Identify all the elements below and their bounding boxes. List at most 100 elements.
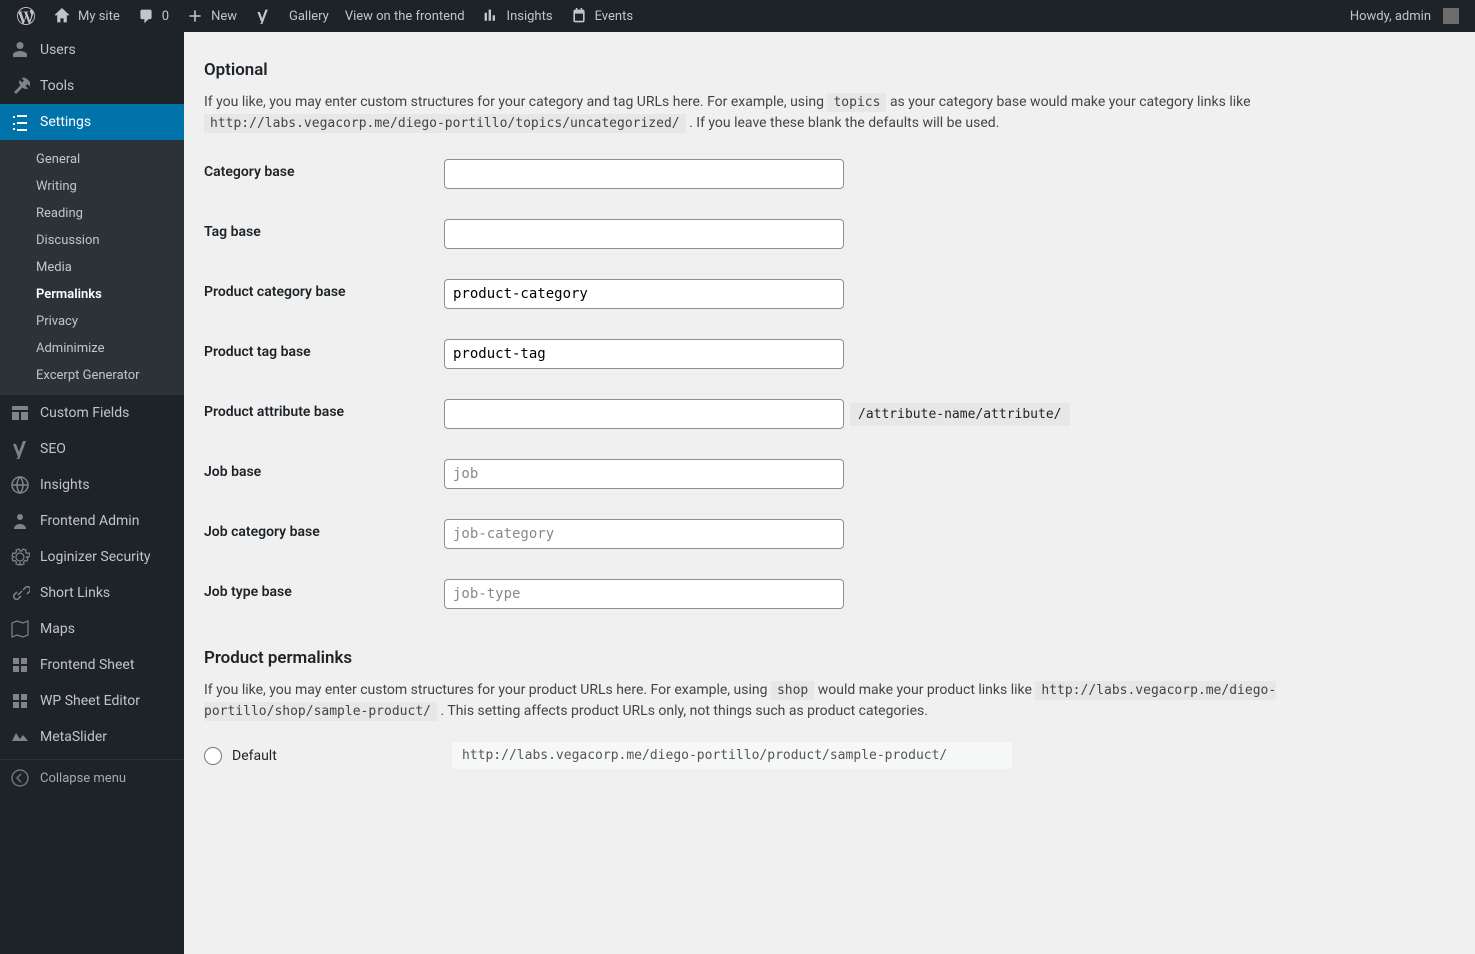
- menu-sheet-editor[interactable]: WP Sheet Editor: [0, 683, 184, 719]
- new-label: New: [211, 9, 237, 24]
- product-category-base-input[interactable]: [444, 279, 844, 309]
- tag-base-label: Tag base: [204, 204, 444, 264]
- comment-icon: [136, 6, 156, 26]
- plus-icon: [185, 6, 205, 26]
- gear-icon: [10, 547, 30, 567]
- menu-users-label: Users: [40, 42, 76, 58]
- permalink-form-table: Category base Tag base Product category …: [204, 144, 1080, 624]
- code-shop: shop: [771, 681, 814, 700]
- product-tag-base-label: Product tag base: [204, 324, 444, 384]
- avatar: [1443, 8, 1459, 24]
- submenu-permalinks[interactable]: Permalinks: [0, 281, 184, 308]
- job-type-base-label: Job type base: [204, 564, 444, 624]
- chart-icon: [481, 6, 501, 26]
- my-site-label: My site: [78, 9, 120, 24]
- howdy-label: Howdy, admin: [1350, 9, 1431, 24]
- job-category-base-label: Job category base: [204, 504, 444, 564]
- permalink-default-url: http://labs.vegacorp.me/diego-portillo/p…: [452, 742, 1012, 769]
- users-icon: [10, 40, 30, 60]
- permalink-option-default: Default http://labs.vegacorp.me/diego-po…: [204, 742, 1455, 769]
- code-topics: topics: [827, 93, 886, 112]
- product-attribute-hint: /attribute-name/attribute/: [850, 403, 1070, 426]
- settings-submenu: General Writing Reading Discussion Media…: [0, 140, 184, 395]
- menu-short-links-label: Short Links: [40, 585, 110, 601]
- yoast-link[interactable]: [245, 0, 281, 32]
- menu-custom-fields[interactable]: Custom Fields: [0, 395, 184, 431]
- permalink-default-label: Default: [232, 748, 442, 764]
- wordpress-icon: [16, 6, 36, 26]
- menu-users[interactable]: Users: [0, 32, 184, 68]
- layout-icon: [10, 403, 30, 423]
- wp-logo-menu[interactable]: [8, 0, 44, 32]
- menu-tools-label: Tools: [40, 78, 74, 94]
- menu-frontend-sheet[interactable]: Frontend Sheet: [0, 647, 184, 683]
- job-category-base-input[interactable]: [444, 519, 844, 549]
- menu-metaslider[interactable]: MetaSlider: [0, 719, 184, 755]
- submenu-discussion[interactable]: Discussion: [0, 227, 184, 254]
- permalink-default-radio[interactable]: [204, 747, 222, 765]
- insights-label: Insights: [507, 9, 553, 24]
- submenu-media[interactable]: Media: [0, 254, 184, 281]
- map-icon: [10, 619, 30, 639]
- events-link[interactable]: Events: [561, 0, 641, 32]
- person-icon: [10, 511, 30, 531]
- menu-seo[interactable]: SEO: [0, 431, 184, 467]
- collapse-menu[interactable]: Collapse menu: [0, 759, 184, 796]
- menu-loginizer-label: Loginizer Security: [40, 549, 151, 565]
- product-permalinks-heading: Product permalinks: [204, 648, 1455, 668]
- admin-sidebar: Users Tools Settings General Writing Rea…: [0, 32, 184, 954]
- submenu-writing[interactable]: Writing: [0, 173, 184, 200]
- job-base-label: Job base: [204, 444, 444, 504]
- wrench-icon: [10, 76, 30, 96]
- submenu-general[interactable]: General: [0, 146, 184, 173]
- new-link[interactable]: New: [177, 0, 245, 32]
- link-icon: [10, 583, 30, 603]
- my-account[interactable]: Howdy, admin: [1342, 0, 1467, 32]
- category-base-label: Category base: [204, 144, 444, 204]
- collapse-label: Collapse menu: [40, 771, 126, 786]
- menu-sheet-editor-label: WP Sheet Editor: [40, 693, 140, 709]
- insights-link[interactable]: Insights: [473, 0, 561, 32]
- menu-tools[interactable]: Tools: [0, 68, 184, 104]
- menu-frontend-admin-label: Frontend Admin: [40, 513, 139, 529]
- optional-desc: If you like, you may enter custom struct…: [204, 92, 1334, 134]
- product-tag-base-input[interactable]: [444, 339, 844, 369]
- submenu-excerpt[interactable]: Excerpt Generator: [0, 362, 184, 389]
- menu-settings-label: Settings: [40, 114, 91, 130]
- menu-short-links[interactable]: Short Links: [0, 575, 184, 611]
- admin-bar: My site 0 New Gallery View on the fronte…: [0, 0, 1475, 32]
- menu-seo-label: SEO: [40, 441, 66, 457]
- main-content: Optional If you like, you may enter cust…: [184, 32, 1475, 954]
- menu-maps[interactable]: Maps: [0, 611, 184, 647]
- submenu-adminimize[interactable]: Adminimize: [0, 335, 184, 362]
- product-attribute-base-input[interactable]: [444, 399, 844, 429]
- collapse-icon: [10, 768, 30, 788]
- product-category-base-label: Product category base: [204, 264, 444, 324]
- menu-custom-fields-label: Custom Fields: [40, 405, 129, 421]
- menu-frontend-admin[interactable]: Frontend Admin: [0, 503, 184, 539]
- events-label: Events: [595, 9, 633, 24]
- calendar-icon: [569, 6, 589, 26]
- my-site-link[interactable]: My site: [44, 0, 128, 32]
- frontend-link[interactable]: View on the frontend: [337, 0, 473, 32]
- gallery-label: Gallery: [289, 9, 329, 24]
- comments-count: 0: [162, 9, 169, 24]
- gallery-link[interactable]: Gallery: [281, 0, 337, 32]
- tag-base-input[interactable]: [444, 219, 844, 249]
- product-attribute-base-label: Product attribute base: [204, 384, 444, 444]
- yoast-icon: [253, 6, 273, 26]
- category-base-input[interactable]: [444, 159, 844, 189]
- menu-settings[interactable]: Settings: [0, 104, 184, 140]
- frontend-label: View on the frontend: [345, 9, 465, 24]
- job-base-input[interactable]: [444, 459, 844, 489]
- menu-loginizer[interactable]: Loginizer Security: [0, 539, 184, 575]
- globe-icon: [10, 475, 30, 495]
- comments-link[interactable]: 0: [128, 0, 177, 32]
- menu-insights[interactable]: Insights: [0, 467, 184, 503]
- product-permalinks-desc: If you like, you may enter custom struct…: [204, 680, 1334, 722]
- submenu-reading[interactable]: Reading: [0, 200, 184, 227]
- job-type-base-input[interactable]: [444, 579, 844, 609]
- submenu-privacy[interactable]: Privacy: [0, 308, 184, 335]
- menu-maps-label: Maps: [40, 621, 75, 637]
- code-url-example: http://labs.vegacorp.me/diego-portillo/t…: [204, 114, 686, 133]
